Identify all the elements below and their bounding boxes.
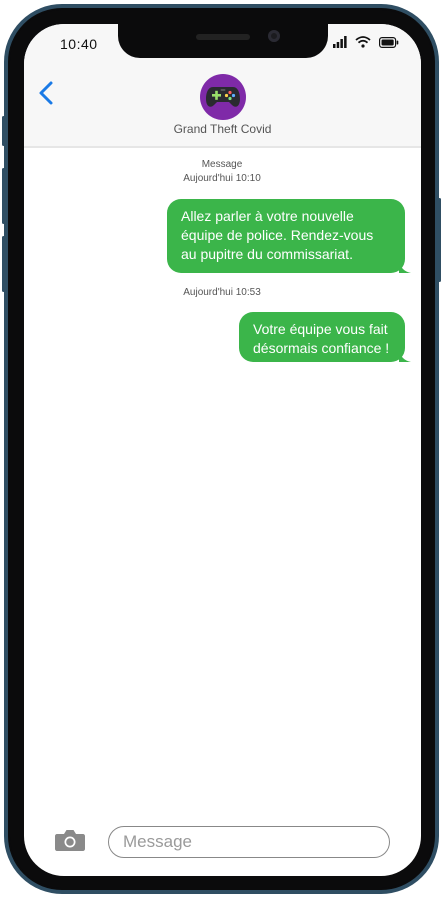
- wifi-icon: [355, 36, 371, 48]
- outgoing-message-bubble[interactable]: Allez parler à votre nouvelle équipe de …: [167, 199, 411, 273]
- message-line: Allez parler à votre nouvelle: [181, 208, 354, 224]
- side-button: [2, 236, 5, 292]
- status-icons: [333, 36, 399, 48]
- notch: [118, 24, 328, 58]
- timestamp: Aujourd'hui 10:10: [183, 173, 261, 184]
- contact-avatar[interactable]: [200, 74, 246, 120]
- message-line: désormais confiance !: [253, 340, 390, 356]
- message-line: équipe de police. Rendez-vous: [181, 227, 374, 243]
- power-button: [438, 198, 441, 282]
- battery-icon: [379, 36, 399, 48]
- message-line: Votre équipe vous fait: [253, 321, 388, 337]
- chevron-left-icon[interactable]: [36, 80, 56, 106]
- timestamp: Aujourd'hui 10:53: [183, 287, 261, 298]
- message-line: au pupitre du commissariat.: [181, 246, 353, 262]
- screen: Grand Theft Covid 10:40 Message Aujourd'…: [24, 24, 421, 876]
- speaker-grille: [196, 34, 250, 40]
- front-camera: [268, 30, 280, 42]
- bubble-tail: [399, 350, 411, 362]
- outgoing-message-bubble[interactable]: Votre équipe vous fait désormais confian…: [239, 312, 411, 362]
- composer-bar: [24, 804, 421, 876]
- bubble-tail: [399, 261, 411, 273]
- status-time: 10:40: [60, 36, 98, 52]
- gamepad-icon: [206, 87, 240, 107]
- cellular-signal-icon: [333, 36, 347, 48]
- message-input[interactable]: [108, 826, 390, 858]
- service-label: Message: [201, 159, 243, 170]
- contact-name: Grand Theft Covid: [173, 122, 272, 136]
- side-button: [2, 168, 5, 224]
- camera-icon[interactable]: [54, 828, 86, 852]
- side-button: [2, 116, 5, 146]
